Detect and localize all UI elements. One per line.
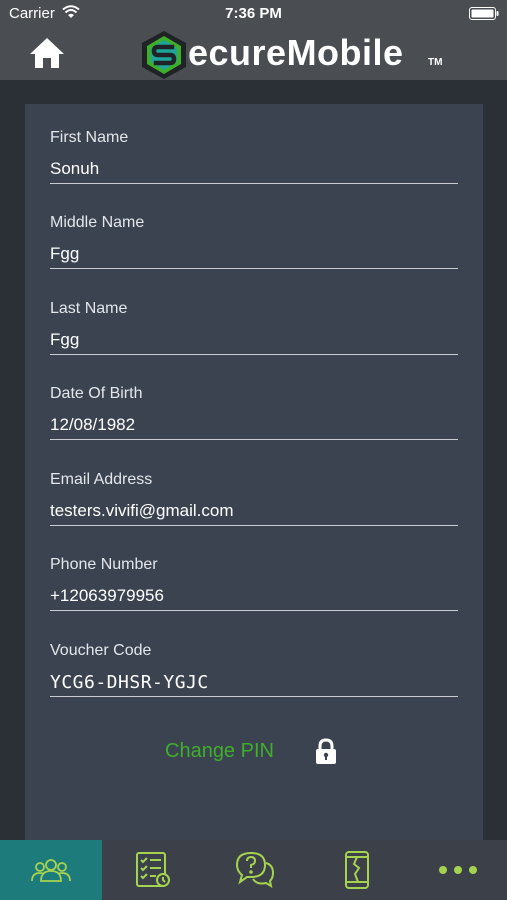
field-label: Email Address bbox=[50, 471, 153, 488]
tab-device[interactable] bbox=[306, 840, 408, 900]
home-button[interactable] bbox=[28, 36, 66, 70]
date-of-birth-value[interactable]: 12/08/1982 bbox=[50, 415, 135, 435]
email-field[interactable]: Email Address testers.vivifi@gmail.com bbox=[50, 471, 458, 526]
tab-checklist[interactable] bbox=[102, 840, 204, 900]
bottom-tab-bar bbox=[0, 840, 507, 900]
more-icon bbox=[438, 866, 477, 874]
middle-name-value[interactable]: Fgg bbox=[50, 244, 79, 264]
broken-phone-icon bbox=[345, 851, 369, 889]
field-underline bbox=[50, 439, 458, 440]
email-value[interactable]: testers.vivifi@gmail.com bbox=[50, 501, 234, 521]
logo-wordmark: ecureMobile bbox=[188, 32, 404, 73]
field-label: Middle Name bbox=[50, 214, 145, 231]
phone-number-field[interactable]: Phone Number +12063979956 bbox=[50, 556, 458, 611]
date-of-birth-field[interactable]: Date Of Birth 12/08/1982 bbox=[50, 385, 458, 440]
users-icon bbox=[31, 859, 71, 882]
tab-help[interactable] bbox=[204, 840, 306, 900]
app-header: ecureMobile TM bbox=[0, 28, 507, 80]
field-underline bbox=[50, 268, 458, 269]
last-name-field[interactable]: Last Name Fgg bbox=[50, 300, 458, 355]
field-label: Last Name bbox=[50, 300, 128, 317]
lock-icon[interactable] bbox=[315, 738, 337, 765]
field-label: Phone Number bbox=[50, 556, 158, 573]
checklist-icon bbox=[136, 852, 170, 887]
field-label: Date Of Birth bbox=[50, 385, 143, 402]
voucher-code-value[interactable]: YCG6-DHSR-YGJC bbox=[50, 672, 209, 693]
field-underline bbox=[50, 696, 458, 697]
securemobile-logo: ecureMobile TM bbox=[140, 28, 450, 80]
tab-users[interactable] bbox=[0, 840, 102, 900]
first-name-value[interactable]: Sonuh bbox=[50, 159, 99, 179]
last-name-value[interactable]: Fgg bbox=[50, 330, 79, 350]
field-label: Voucher Code bbox=[50, 642, 152, 659]
clock-time: 7:36 PM bbox=[225, 5, 282, 22]
middle-name-field[interactable]: Middle Name Fgg bbox=[50, 214, 458, 269]
field-underline bbox=[50, 610, 458, 611]
logo-hexagon-icon bbox=[142, 31, 186, 79]
change-pin-button[interactable]: Change PIN bbox=[165, 740, 274, 763]
tab-more[interactable] bbox=[408, 840, 507, 900]
battery-icon bbox=[469, 7, 499, 20]
field-label: First Name bbox=[50, 129, 129, 146]
home-icon bbox=[30, 38, 64, 68]
logo-trademark: TM bbox=[428, 57, 443, 68]
field-underline bbox=[50, 525, 458, 526]
phone-number-value[interactable]: +12063979956 bbox=[50, 586, 164, 606]
status-bar: Carrier 7:36 PM bbox=[0, 0, 507, 28]
profile-form-card: First Name Sonuh Middle Name Fgg Last Na… bbox=[25, 104, 483, 840]
first-name-field[interactable]: First Name Sonuh bbox=[50, 129, 458, 184]
help-chat-icon bbox=[235, 851, 275, 889]
field-underline bbox=[50, 354, 458, 355]
field-underline bbox=[50, 183, 458, 184]
voucher-code-field[interactable]: Voucher Code YCG6-DHSR-YGJC bbox=[50, 642, 458, 697]
